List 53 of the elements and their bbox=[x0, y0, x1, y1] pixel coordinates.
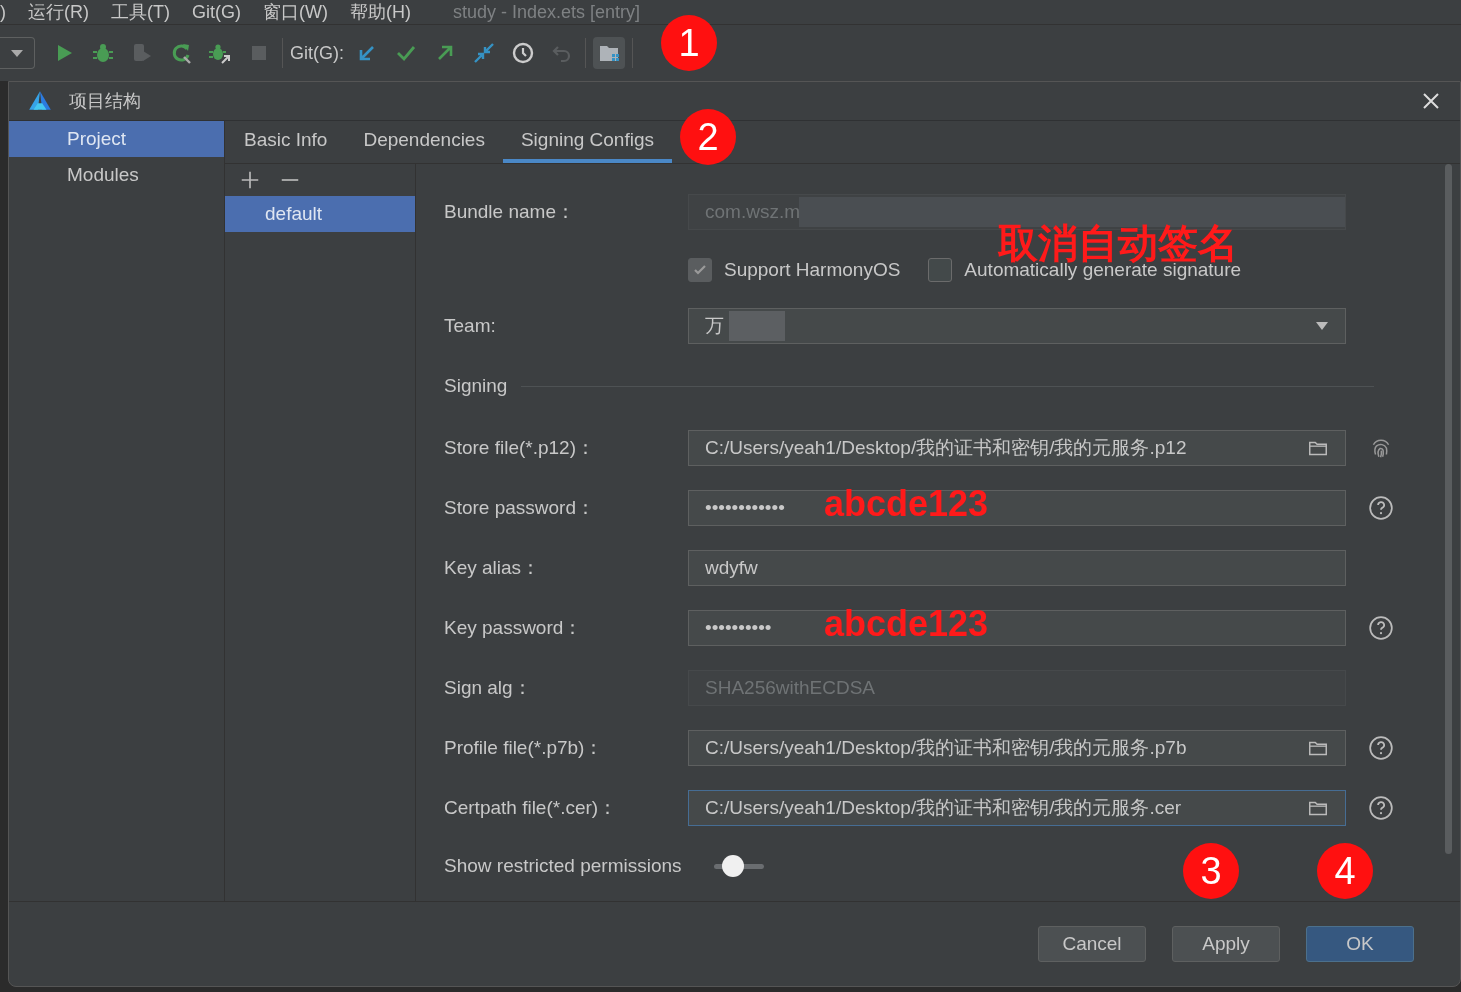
menu-item[interactable]: 工具(T) bbox=[111, 0, 170, 24]
config-item[interactable]: default bbox=[225, 196, 415, 232]
step-marker: 2 bbox=[680, 109, 736, 165]
menu-item[interactable]: 帮助(H) bbox=[349, 0, 411, 24]
bug-icon[interactable] bbox=[91, 41, 115, 65]
menu-item[interactable]: 运行(R) bbox=[28, 0, 89, 24]
menu-item[interactable]: ) bbox=[0, 1, 6, 23]
field-label: Key alias： bbox=[444, 556, 542, 580]
checkbox[interactable] bbox=[928, 258, 953, 282]
scrollbar[interactable] bbox=[1445, 164, 1452, 854]
bug-arrow-icon[interactable] bbox=[208, 41, 232, 65]
help-icon[interactable] bbox=[1368, 795, 1394, 821]
step-marker: 3 bbox=[1183, 843, 1239, 899]
add-icon[interactable] bbox=[239, 169, 261, 191]
field-label: Key password： bbox=[444, 616, 584, 640]
text-field[interactable]: C:/Users/yeah1/Desktop/我的证书和密钥/我的元服务.p7b bbox=[688, 730, 1346, 766]
text-field[interactable]: •••••••••• abcde123 bbox=[688, 610, 1346, 646]
close-icon[interactable] bbox=[1422, 92, 1440, 110]
git-label: Git(G): bbox=[290, 42, 344, 64]
tab[interactable]: Basic Info bbox=[226, 121, 346, 163]
help-icon[interactable] bbox=[1368, 615, 1394, 641]
field-label: Team: bbox=[444, 315, 497, 337]
field-label: Bundle name： bbox=[444, 200, 576, 224]
sidebar-item[interactable]: Project bbox=[9, 121, 224, 157]
field-label: Sign alg： bbox=[444, 676, 533, 700]
toggle-label: Show restricted permissions bbox=[444, 855, 683, 877]
text-field[interactable]: wdyfw bbox=[688, 550, 1346, 586]
text-field[interactable]: •••••••••••• abcde123 bbox=[688, 490, 1346, 526]
dialog-button[interactable]: Cancel bbox=[1038, 926, 1146, 962]
merge-arrows-icon[interactable] bbox=[472, 41, 496, 65]
menu-item[interactable]: 窗口(W) bbox=[263, 0, 328, 24]
run-config-dropdown[interactable] bbox=[0, 37, 35, 69]
step-marker: 1 bbox=[661, 15, 717, 71]
window-title: study - Index.ets [entry] bbox=[452, 1, 641, 23]
help-icon[interactable] bbox=[1368, 735, 1394, 761]
help-icon[interactable] bbox=[1368, 495, 1394, 521]
field-label: Certpath file(*.cer)： bbox=[444, 796, 619, 820]
checkbox-label: Support HarmonyOS bbox=[724, 259, 901, 281]
team-dropdown[interactable]: 万 bbox=[688, 308, 1346, 344]
menu-item[interactable]: Git(G) bbox=[192, 1, 241, 23]
caret-icon bbox=[10, 48, 24, 58]
dialog-title: 项目结构 bbox=[69, 90, 141, 113]
clock-icon[interactable] bbox=[511, 41, 535, 65]
field-label: Store password： bbox=[444, 496, 596, 520]
section-title: Signing bbox=[444, 375, 508, 397]
field-label: Profile file(*.p7b)： bbox=[444, 736, 605, 760]
text-field[interactable]: C:/Users/yeah1/Desktop/我的证书和密钥/我的元服务.p12 bbox=[688, 430, 1346, 466]
dropdown-arrow-icon bbox=[1315, 321, 1329, 331]
sidebar-item[interactable]: Modules bbox=[9, 157, 224, 193]
step-marker: 4 bbox=[1317, 843, 1373, 899]
text-field[interactable]: C:/Users/yeah1/Desktop/我的证书和密钥/我的元服务.cer bbox=[688, 790, 1346, 826]
tab[interactable]: Dependencies bbox=[345, 121, 503, 163]
field-label: Store file(*.p12)： bbox=[444, 436, 596, 460]
